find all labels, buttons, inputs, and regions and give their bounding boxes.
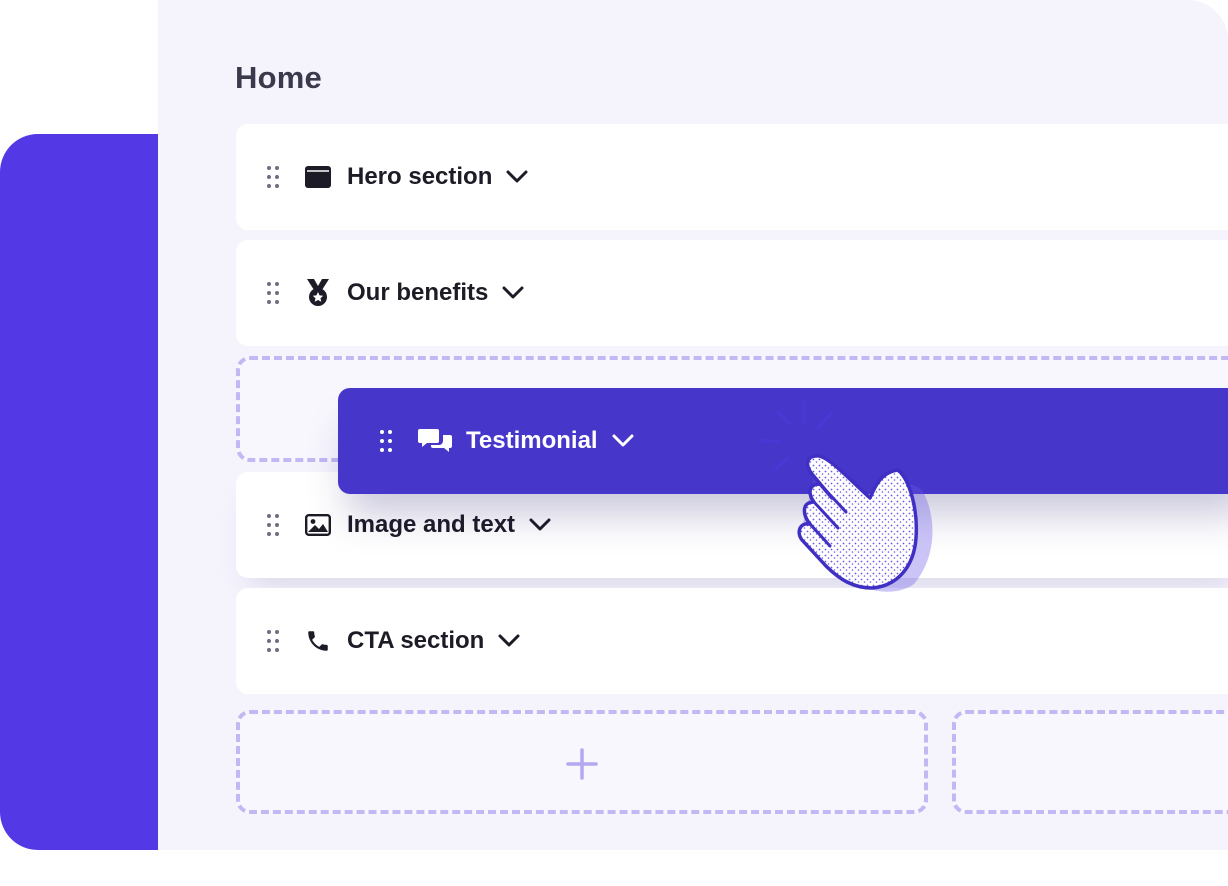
section-row-hero[interactable]: Hero section: [236, 124, 1228, 230]
pointer-hand-cursor-icon: [758, 398, 948, 603]
section-label: Image and text: [347, 511, 516, 538]
chevron-down-icon[interactable]: [502, 282, 524, 304]
medal-icon: [305, 279, 331, 306]
plus-icon: [566, 748, 598, 785]
section-label: Our benefits: [347, 279, 489, 306]
section-row-cta[interactable]: CTA section: [236, 588, 1228, 694]
section-label: Testimonial: [466, 427, 598, 454]
section-label: CTA section: [347, 627, 485, 654]
add-section-zone[interactable]: [236, 710, 928, 814]
add-section-zone-secondary[interactable]: [952, 710, 1228, 814]
chevron-down-icon[interactable]: [612, 430, 634, 452]
section-label: Hero section: [347, 163, 493, 190]
phone-icon: [305, 628, 331, 654]
drag-handle-icon[interactable]: [267, 630, 279, 652]
image-icon: [305, 512, 331, 538]
drag-handle-icon[interactable]: [267, 166, 279, 188]
drag-handle-icon[interactable]: [267, 514, 279, 536]
drag-handle-icon[interactable]: [380, 430, 392, 452]
chevron-down-icon[interactable]: [498, 630, 520, 652]
drag-handle-icon[interactable]: [267, 282, 279, 304]
section-row-benefits[interactable]: Our benefits: [236, 240, 1228, 346]
chevron-down-icon[interactable]: [506, 166, 528, 188]
page-title: Home: [235, 60, 322, 95]
browser-window-icon: [305, 164, 331, 190]
chat-bubbles-icon: [418, 428, 452, 454]
chevron-down-icon[interactable]: [529, 514, 551, 536]
